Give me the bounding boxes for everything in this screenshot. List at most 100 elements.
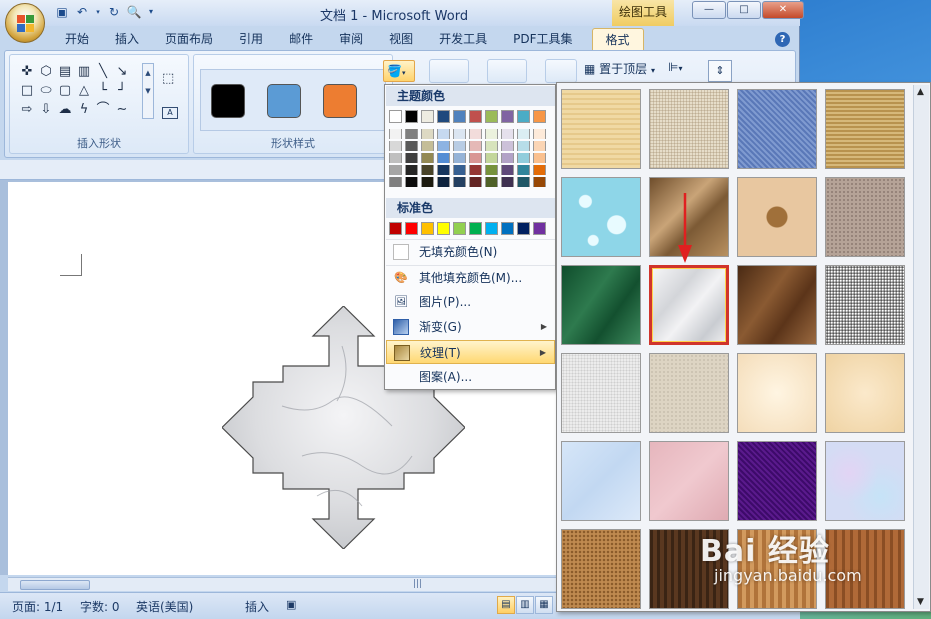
theme-shade-swatch[interactable]	[517, 153, 530, 163]
theme-shade-swatch[interactable]	[485, 153, 498, 163]
tab-view[interactable]: 视图	[376, 28, 426, 50]
standard-color-swatch[interactable]	[405, 222, 418, 235]
tab-review[interactable]: 审阅	[326, 28, 376, 50]
style-swatch-orange[interactable]	[323, 84, 357, 118]
theme-shade-swatch[interactable]	[453, 177, 466, 187]
print-preview-icon[interactable]: 🔍	[126, 4, 142, 20]
texture-sand[interactable]	[825, 177, 905, 257]
minimize-button[interactable]: —	[692, 1, 726, 19]
picture-fill-menu-item[interactable]: 🖼 图片(P)...	[386, 290, 555, 314]
tab-references[interactable]: 引用	[226, 28, 276, 50]
down-arrow-shape-icon[interactable]: ⇩	[37, 101, 55, 119]
standard-color-swatch[interactable]	[421, 222, 434, 235]
theme-shade-swatch[interactable]	[501, 165, 514, 175]
shape-fill-button[interactable]: 🪣▾	[383, 60, 415, 82]
texture-woven-mat[interactable]	[825, 89, 905, 169]
theme-color-swatch[interactable]	[421, 110, 434, 123]
standard-color-swatch[interactable]	[453, 222, 466, 235]
rectangle-shape-icon[interactable]: □	[18, 82, 36, 100]
theme-shade-swatch[interactable]	[517, 177, 530, 187]
language-indicator[interactable]: 英语(美国)	[136, 598, 193, 615]
help-icon[interactable]: ?	[775, 32, 790, 47]
vertical-text-box-icon[interactable]: ▥	[75, 63, 93, 81]
oval-shape-icon[interactable]: ⬭	[37, 82, 55, 100]
theme-shade-swatch[interactable]	[437, 177, 450, 187]
elbow-arrow-connector-icon[interactable]: ┘	[113, 82, 131, 100]
theme-shade-swatch[interactable]	[421, 177, 434, 187]
tab-page-layout[interactable]: 页面布局	[152, 28, 226, 50]
close-button[interactable]: ✕	[762, 1, 804, 19]
rounded-rect-shape-icon[interactable]: ▢	[56, 82, 74, 100]
theme-shade-swatch[interactable]	[501, 177, 514, 187]
print-layout-view-icon[interactable]: ▤	[497, 596, 515, 614]
pattern-fill-menu-item[interactable]: 图案(A)...	[386, 365, 555, 389]
theme-shade-swatch[interactable]	[421, 165, 434, 175]
theme-shade-swatch[interactable]	[421, 129, 434, 139]
texture-pink-tissue-paper[interactable]	[649, 441, 729, 521]
texture-stationery[interactable]	[825, 353, 905, 433]
theme-color-swatch[interactable]	[517, 110, 530, 123]
texture-white-marble[interactable]	[649, 265, 729, 345]
texture-purple-mesh[interactable]	[737, 441, 817, 521]
save-icon[interactable]: ▣	[54, 4, 70, 20]
triangle-shape-icon[interactable]: △	[75, 82, 93, 100]
texture-newsprint[interactable]	[561, 353, 641, 433]
theme-shade-swatch[interactable]	[469, 165, 482, 175]
theme-shade-swatch[interactable]	[405, 141, 418, 151]
position-button[interactable]	[545, 59, 577, 83]
standard-color-swatch[interactable]	[517, 222, 530, 235]
theme-shade-swatch[interactable]	[533, 141, 546, 151]
bring-to-front-button[interactable]: ▦ 置于顶层 ▾	[584, 60, 655, 77]
texture-granite[interactable]	[825, 265, 905, 345]
theme-shade-swatch[interactable]	[405, 153, 418, 163]
theme-shade-swatch[interactable]	[469, 153, 482, 163]
theme-shade-swatch[interactable]	[501, 129, 514, 139]
theme-shade-swatch[interactable]	[421, 153, 434, 163]
page-count[interactable]: 页面: 1/1	[12, 598, 63, 615]
theme-shade-swatch[interactable]	[389, 141, 402, 151]
lightning-shape-icon[interactable]: ϟ	[75, 101, 93, 119]
theme-shade-swatch[interactable]	[389, 129, 402, 139]
size-icon[interactable]: ⇕	[708, 60, 732, 82]
texture-brown-marble[interactable]	[737, 265, 817, 345]
standard-color-swatch[interactable]	[485, 222, 498, 235]
right-arrow-shape-icon[interactable]: ⇨	[18, 101, 36, 119]
theme-color-swatch[interactable]	[389, 110, 402, 123]
macro-record-icon[interactable]: ▣	[286, 598, 296, 611]
theme-shade-swatch[interactable]	[469, 141, 482, 151]
texture-water-droplets[interactable]	[561, 177, 641, 257]
theme-shade-swatch[interactable]	[533, 153, 546, 163]
line-shape-icon[interactable]: ╲	[94, 63, 112, 81]
texture-fish-fossil[interactable]	[737, 177, 817, 257]
texture-denim[interactable]	[737, 89, 817, 169]
texture-parchment[interactable]	[737, 353, 817, 433]
gradient-fill-menu-item[interactable]: 渐变(G) ▶	[386, 315, 555, 339]
tab-mailings[interactable]: 邮件	[276, 28, 326, 50]
texture-bouquet[interactable]	[825, 441, 905, 521]
texture-green-marble[interactable]	[561, 265, 641, 345]
theme-shade-swatch[interactable]	[485, 165, 498, 175]
insert-mode-indicator[interactable]: 插入	[245, 598, 269, 615]
texture-papyrus[interactable]	[561, 89, 641, 169]
text-box-shape-icon[interactable]: ▤	[56, 63, 74, 81]
theme-shade-swatch[interactable]	[405, 177, 418, 187]
web-layout-view-icon[interactable]: ▦	[535, 596, 553, 614]
draw-textbox-icon[interactable]: A	[162, 107, 178, 119]
scroll-up-icon[interactable]: ▲	[917, 87, 924, 97]
theme-color-swatch[interactable]	[437, 110, 450, 123]
undo-dropdown-icon[interactable]: ▾	[94, 4, 102, 20]
theme-shade-swatch[interactable]	[453, 129, 466, 139]
theme-shade-swatch[interactable]	[485, 129, 498, 139]
horizontal-scrollbar[interactable]: |||	[8, 577, 556, 591]
theme-shade-swatch[interactable]	[453, 141, 466, 151]
customize-qat-icon[interactable]: ▾	[146, 4, 156, 20]
horizontal-scroll-thumb[interactable]	[20, 580, 90, 590]
theme-shade-swatch[interactable]	[485, 177, 498, 187]
style-swatch-blue[interactable]	[267, 84, 301, 118]
standard-color-swatch[interactable]	[501, 222, 514, 235]
undo-icon[interactable]: ↶	[74, 4, 90, 20]
theme-shade-swatch[interactable]	[437, 153, 450, 163]
no-fill-menu-item[interactable]: 无填充颜色(N)	[386, 239, 555, 263]
theme-shade-swatch[interactable]	[389, 165, 402, 175]
tab-pdf-tools[interactable]: PDF工具集	[500, 28, 585, 50]
